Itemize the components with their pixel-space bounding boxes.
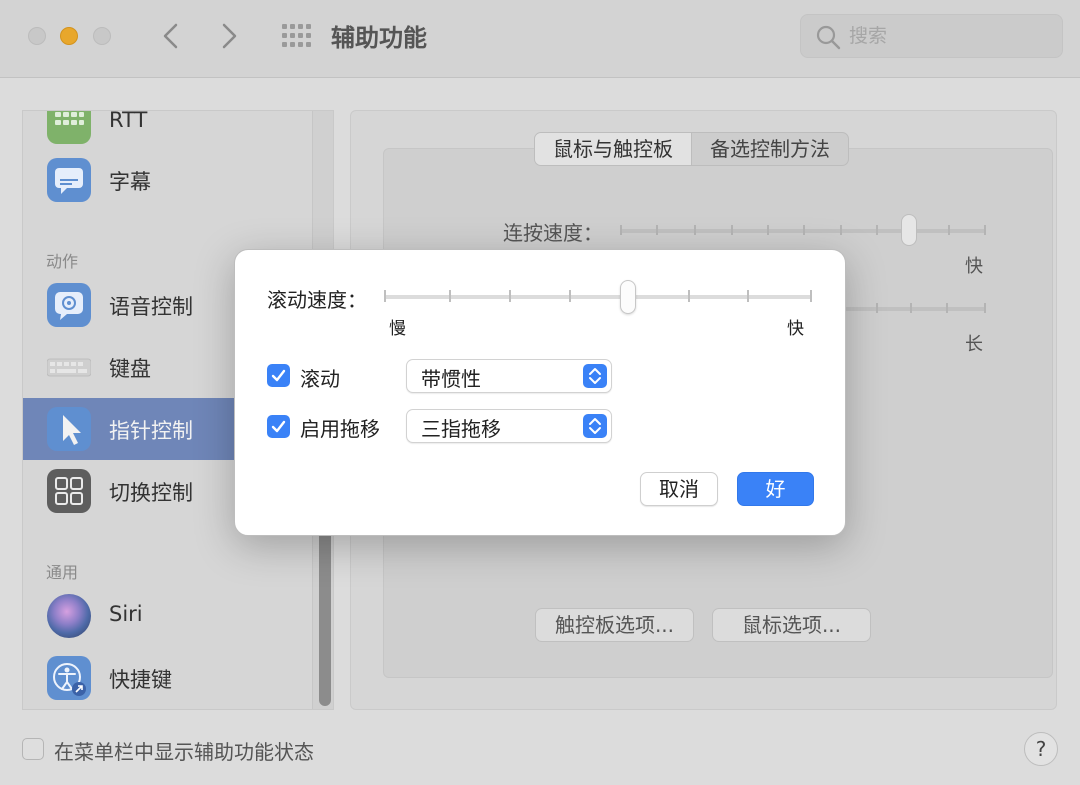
slider-tick [656,225,658,235]
scrolling-popup[interactable]: 带惯性 [406,359,612,393]
siri-icon [47,594,91,638]
help-button[interactable]: ? [1024,732,1058,766]
slider-tick [731,225,733,235]
slider-tick [384,290,386,302]
trackpad-options-button[interactable]: 触控板选项... [535,608,694,642]
scroll-speed-label: 滚动速度： [267,288,367,312]
forward-button[interactable] [212,18,248,54]
double-click-fast-label: 快 [965,256,983,277]
dragging-popup[interactable]: 三指拖移 [406,409,612,443]
scrolling-label: 滚动 [300,367,340,391]
double-click-speed-label: 连按速度： [503,221,603,245]
sidebar-item-label: 字幕 [109,170,151,194]
updown-chevron-icon [583,364,607,388]
search-input[interactable] [849,21,1049,51]
cancel-button[interactable]: 取消 [640,472,718,506]
sidebar-item-shortcut[interactable]: 快捷键 [23,647,312,709]
zoom-window-button[interactable] [93,27,111,45]
slider-tick [840,225,842,235]
checkmark-icon [271,369,286,382]
fast-label: 快 [787,319,804,339]
show-all-button[interactable] [280,22,314,50]
slider-tick [910,303,912,313]
minimize-window-button[interactable] [60,27,78,45]
dragging-popup-value: 三指拖移 [421,417,501,441]
slider-tick [747,290,749,302]
slider-tick [569,290,571,302]
sidebar-item-rtt[interactable]: RTT [23,110,312,153]
chevron-right-icon [222,23,237,49]
section-header-actions: 动作 [46,252,79,271]
sidebar-item-label: 快捷键 [109,668,172,692]
delay-long-label: 长 [965,334,983,355]
slider-tick [876,225,878,235]
slider-tick [876,303,878,313]
sidebar-item-siri[interactable]: Siri [23,585,312,647]
scroll-speed-knob[interactable] [620,280,636,314]
slider-tick [620,225,622,235]
search-field[interactable] [800,14,1063,58]
dragging-checkbox[interactable] [267,415,290,438]
sidebar-item-label: 切换控制 [109,481,193,505]
back-button[interactable] [152,18,188,54]
slider-tick [688,290,690,302]
sidebar-item-label: 语音控制 [109,295,193,319]
slider-tick [694,225,696,235]
slider-tick [449,290,451,302]
sidebar-item-label: Siri [109,602,143,626]
sidebar-item-label: 键盘 [109,357,151,381]
search-icon [816,25,841,50]
captions-icon [47,158,91,202]
tab-bar: 鼠标与触控板 备选控制方法 [534,132,849,166]
spring-loading-delay-slider[interactable] [845,307,986,311]
title-bar: 辅助功能 [0,0,1080,78]
slider-tick [984,225,986,235]
tab-alternate-control[interactable]: 备选控制方法 [692,133,848,165]
window-title: 辅助功能 [331,24,427,52]
scrolling-popup-value: 带惯性 [421,367,481,391]
slider-tick [984,303,986,313]
show-status-label: 在菜单栏中显示辅助功能状态 [54,740,314,764]
section-header-general: 通用 [46,563,79,582]
grid-icon [282,24,311,47]
slider-tick [946,303,948,313]
slider-tick [810,290,812,302]
sidebar-item-label: RTT [109,110,148,132]
ok-button[interactable]: 好 [737,472,814,506]
sidebar-item-label: 指针控制 [109,419,193,443]
slider-tick [803,225,805,235]
chevron-left-icon [163,23,178,49]
keyboard-icon [47,111,91,144]
updown-chevron-icon [583,414,607,438]
switch-control-icon [47,469,91,513]
slow-label: 慢 [389,319,406,339]
voice-control-icon [47,283,91,327]
mouse-options-button[interactable]: 鼠标选项... [712,608,871,642]
scrolling-checkbox[interactable] [267,364,290,387]
slider-tick [509,290,511,302]
accessibility-shortcut-icon [47,656,91,700]
sidebar-item-captions[interactable]: 字幕 [23,149,312,211]
double-click-slider-knob[interactable] [901,214,917,246]
dragging-label: 启用拖移 [300,417,380,441]
slider-tick [948,225,950,235]
pointer-icon [47,407,91,451]
show-status-checkbox[interactable] [22,738,44,760]
tab-mouse-trackpad[interactable]: 鼠标与触控板 [535,133,692,165]
slider-tick [767,225,769,235]
trackpad-options-dialog: 滚动速度： 慢 快 滚动 带惯性 启用拖移 三指拖移 取消 好 [234,249,846,536]
checkmark-icon [271,420,286,433]
keyboard-icon [46,345,92,389]
close-window-button[interactable] [28,27,46,45]
